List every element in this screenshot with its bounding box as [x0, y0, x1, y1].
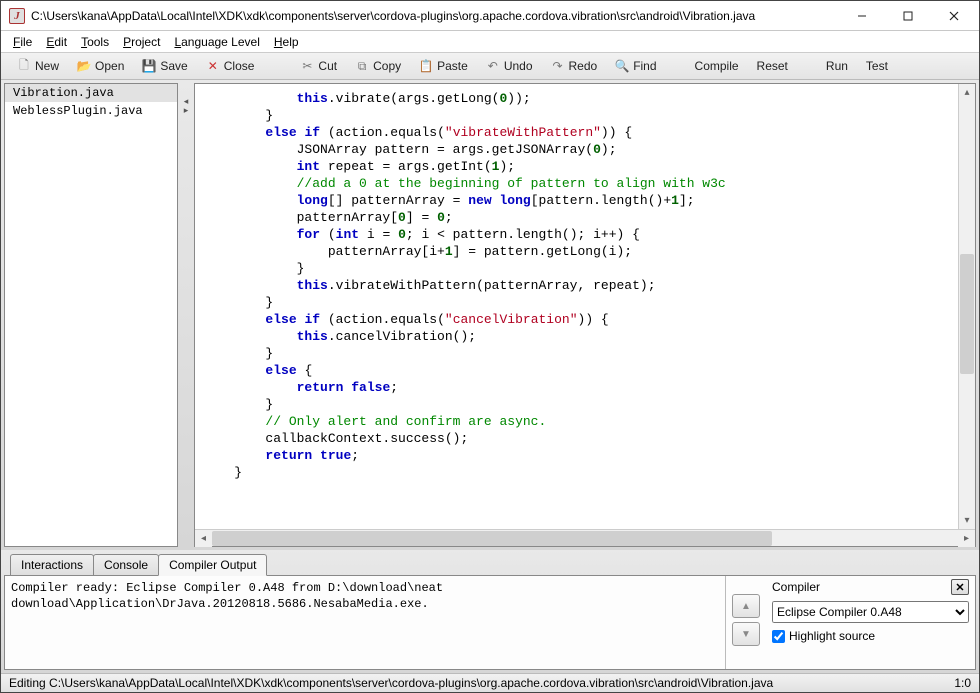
close-button[interactable]: ✕Close	[200, 57, 267, 75]
save-button[interactable]: 💾Save	[136, 57, 199, 75]
compiler-output-text: Compiler ready: Eclipse Compiler 0.A48 f…	[5, 576, 725, 669]
tab-console[interactable]: Console	[93, 554, 159, 575]
menu-edit[interactable]: Edit	[42, 33, 71, 51]
compile-button[interactable]: Compile	[689, 57, 751, 75]
titlebar: J C:\Users\kana\AppData\Local\Intel\XDK\…	[1, 1, 979, 31]
copy-icon: ⧉	[355, 59, 369, 73]
scroll-left-icon[interactable]: ◂	[195, 530, 212, 547]
open-icon: 📂	[77, 59, 91, 73]
scroll-thumb[interactable]	[960, 254, 974, 374]
main-area: Vibration.java WeblessPlugin.java ◂ ▸ th…	[1, 80, 979, 550]
app-icon: J	[9, 8, 25, 24]
menu-tools[interactable]: Tools	[77, 33, 113, 51]
redo-button[interactable]: ↷Redo	[545, 57, 610, 75]
scroll-up-icon[interactable]: ▴	[959, 84, 975, 101]
code-editor[interactable]: this.vibrate(args.getLong(0)); } else if…	[195, 84, 975, 529]
toolbar: 🗋New 📂Open 💾Save ✕Close ✂Cut ⧉Copy 📋Past…	[1, 52, 979, 80]
save-icon: 💾	[142, 59, 156, 73]
compiler-select[interactable]: Eclipse Compiler 0.A48	[772, 601, 969, 623]
file-tab[interactable]: Vibration.java	[5, 84, 177, 102]
menu-language-level[interactable]: Language Level	[170, 33, 263, 51]
copy-button[interactable]: ⧉Copy	[349, 57, 413, 75]
chevron-right-icon: ▸	[184, 106, 189, 115]
file-tab[interactable]: WeblessPlugin.java	[5, 102, 177, 120]
menubar: File Edit Tools Project Language Level H…	[1, 31, 979, 52]
menu-help[interactable]: Help	[270, 33, 303, 51]
run-button[interactable]: Run	[820, 57, 860, 75]
compiler-sidebar: ▲ ▼ Compiler ✕ Eclipse Compiler 0.A48 Hi…	[725, 576, 975, 669]
editor-pane: this.vibrate(args.getLong(0)); } else if…	[194, 83, 976, 547]
cut-button[interactable]: ✂Cut	[294, 57, 349, 75]
bottom-tabs: Interactions Console Compiler Output	[4, 550, 976, 575]
paste-button[interactable]: 📋Paste	[413, 57, 480, 75]
close-panel-button[interactable]: ✕	[951, 579, 969, 595]
open-button[interactable]: 📂Open	[71, 57, 136, 75]
cut-icon: ✂	[300, 59, 314, 73]
file-list-pane: Vibration.java WeblessPlugin.java	[4, 83, 178, 547]
splitter[interactable]: ◂ ▸	[181, 83, 191, 547]
scroll-thumb[interactable]	[212, 531, 772, 546]
window-title: C:\Users\kana\AppData\Local\Intel\XDK\xd…	[31, 9, 839, 23]
menu-file[interactable]: File	[9, 33, 36, 51]
find-icon: 🔍	[615, 59, 629, 73]
highlight-source-checkbox[interactable]: Highlight source	[772, 629, 969, 643]
compiler-label: Compiler	[772, 580, 820, 594]
statusbar: Editing C:\Users\kana\AppData\Local\Inte…	[1, 673, 979, 692]
scroll-down-icon[interactable]: ▾	[959, 512, 975, 529]
paste-icon: 📋	[419, 59, 433, 73]
new-button[interactable]: 🗋New	[11, 57, 71, 75]
test-button[interactable]: Test	[860, 57, 900, 75]
next-error-button[interactable]: ▼	[732, 622, 760, 646]
new-icon: 🗋	[17, 59, 31, 73]
close-window-button[interactable]	[931, 1, 977, 31]
status-path: Editing C:\Users\kana\AppData\Local\Inte…	[9, 676, 773, 690]
bottom-section: Interactions Console Compiler Output Com…	[1, 550, 979, 673]
undo-button[interactable]: ↶Undo	[480, 57, 545, 75]
scroll-right-icon[interactable]: ▸	[958, 530, 975, 547]
tab-interactions[interactable]: Interactions	[10, 554, 94, 575]
undo-icon: ↶	[486, 59, 500, 73]
find-button[interactable]: 🔍Find	[609, 57, 668, 75]
redo-icon: ↷	[551, 59, 565, 73]
horizontal-scrollbar[interactable]: ◂ ▸	[195, 529, 975, 546]
tab-compiler-output[interactable]: Compiler Output	[158, 554, 267, 576]
menu-project[interactable]: Project	[119, 33, 164, 51]
close-icon: ✕	[206, 59, 220, 73]
minimize-button[interactable]	[839, 1, 885, 31]
reset-button[interactable]: Reset	[751, 57, 800, 75]
highlight-source-input[interactable]	[772, 630, 785, 643]
prev-error-button[interactable]: ▲	[732, 594, 760, 618]
maximize-button[interactable]	[885, 1, 931, 31]
vertical-scrollbar[interactable]: ▴ ▾	[958, 84, 975, 529]
compiler-output-panel: Compiler ready: Eclipse Compiler 0.A48 f…	[4, 575, 976, 670]
status-position: 1:0	[954, 676, 971, 690]
